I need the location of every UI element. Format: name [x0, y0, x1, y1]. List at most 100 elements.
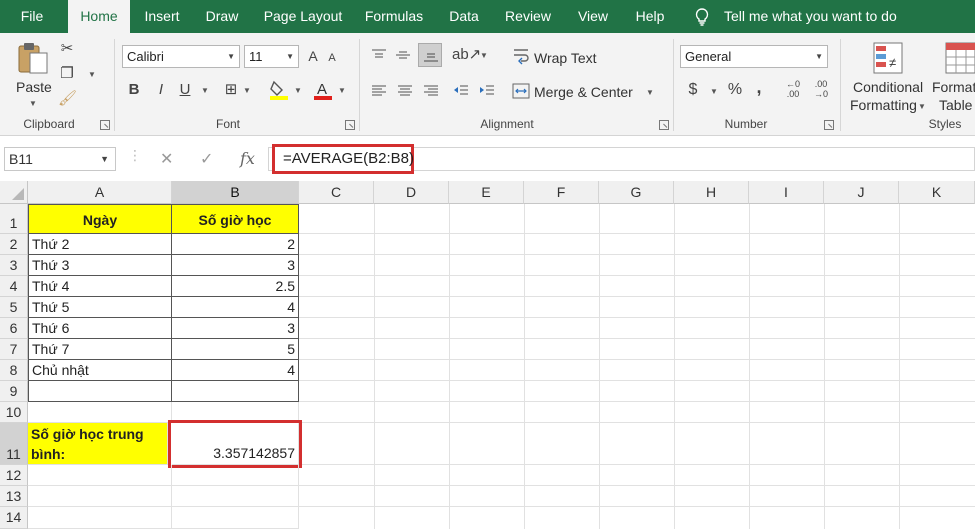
cell-a3[interactable]: Thứ 3: [28, 255, 172, 276]
column-header-b[interactable]: B: [172, 181, 299, 204]
cell-b8[interactable]: 4: [172, 360, 299, 381]
row-header-10[interactable]: 10: [0, 402, 28, 423]
row-header-9[interactable]: 9: [0, 381, 28, 402]
conditional-formatting-line2[interactable]: Formatting: [850, 97, 917, 113]
grow-font-icon[interactable]: A: [306, 48, 320, 64]
column-header-a[interactable]: A: [28, 181, 172, 204]
paste-button-label[interactable]: Paste: [16, 79, 52, 95]
merge-dropdown-icon[interactable]: ▼: [646, 88, 654, 97]
align-center-icon[interactable]: [396, 83, 414, 99]
fill-color-dropdown-icon[interactable]: ▼: [294, 86, 302, 95]
column-header-g[interactable]: G: [599, 181, 674, 204]
row-header-3[interactable]: 3: [0, 255, 28, 276]
align-bottom-button[interactable]: [418, 43, 442, 67]
clipboard-launcher-icon[interactable]: [100, 120, 110, 130]
column-header-c[interactable]: C: [299, 181, 374, 204]
tab-data[interactable]: Data: [438, 0, 490, 33]
cell-b4[interactable]: 2.5: [172, 276, 299, 297]
tab-page-layout[interactable]: Page Layout: [256, 0, 350, 33]
cell-a14[interactable]: [28, 507, 172, 529]
cell-a4[interactable]: Thứ 4: [28, 276, 172, 297]
row-header-12[interactable]: 12: [0, 465, 28, 486]
font-size-select[interactable]: 11 ▼: [244, 45, 299, 68]
row-header-14[interactable]: 14: [0, 507, 28, 529]
cell-a8[interactable]: Chủ nhật: [28, 360, 172, 381]
column-header-e[interactable]: E: [449, 181, 524, 204]
fill-color-icon[interactable]: [268, 79, 290, 101]
cell-b2[interactable]: 2: [172, 234, 299, 255]
number-launcher-icon[interactable]: [824, 120, 834, 130]
format-as-table-icon[interactable]: [944, 41, 975, 75]
format-as-table-line2[interactable]: Table: [939, 97, 972, 113]
merge-center-button[interactable]: Merge & Center: [534, 84, 633, 100]
font-color-icon[interactable]: A: [312, 79, 334, 101]
orientation-dropdown-icon[interactable]: ▼: [480, 51, 488, 60]
row-header-2[interactable]: 2: [0, 234, 28, 255]
paste-dropdown-icon[interactable]: ▼: [29, 99, 37, 108]
column-header-d[interactable]: D: [374, 181, 449, 204]
cell-a11[interactable]: Số giờ học trung bình:: [28, 423, 168, 465]
tab-review[interactable]: Review: [496, 0, 560, 33]
decrease-decimal-icon[interactable]: .00 →0: [810, 79, 832, 99]
underline-button[interactable]: U: [177, 82, 193, 98]
cancel-icon[interactable]: ✕: [160, 149, 173, 169]
cut-icon[interactable]: ✂: [58, 41, 76, 57]
row-header-13[interactable]: 13: [0, 486, 28, 507]
insert-function-icon[interactable]: fx: [240, 149, 255, 168]
column-header-f[interactable]: F: [524, 181, 599, 204]
cell-b12[interactable]: [172, 465, 299, 486]
column-header-j[interactable]: J: [824, 181, 899, 204]
column-header-k[interactable]: K: [899, 181, 975, 204]
tab-view[interactable]: View: [568, 0, 618, 33]
wrap-text-button[interactable]: Wrap Text: [534, 50, 597, 66]
cell-a5[interactable]: Thứ 5: [28, 297, 172, 318]
copy-dropdown-icon[interactable]: ▼: [88, 70, 96, 79]
bold-button[interactable]: B: [126, 82, 142, 98]
cell-a6[interactable]: Thứ 6: [28, 318, 172, 339]
cell-a13[interactable]: [28, 486, 172, 507]
cell-b14[interactable]: [172, 507, 299, 529]
row-header-1[interactable]: 1: [0, 204, 28, 234]
name-box[interactable]: B11 ▼: [4, 147, 116, 171]
formula-input[interactable]: =AVERAGE(B2:B8): [272, 144, 414, 174]
font-color-dropdown-icon[interactable]: ▼: [338, 86, 346, 95]
enter-icon[interactable]: ✓: [200, 149, 213, 169]
tab-help[interactable]: Help: [626, 0, 674, 33]
font-launcher-icon[interactable]: [345, 120, 355, 130]
align-middle-icon[interactable]: [394, 47, 412, 63]
tab-formulas[interactable]: Formulas: [358, 0, 430, 33]
font-name-select[interactable]: Calibri ▼: [122, 45, 240, 68]
tab-insert[interactable]: Insert: [134, 0, 190, 33]
currency-button[interactable]: $: [686, 82, 700, 98]
format-painter-icon[interactable]: 🖌: [58, 91, 77, 107]
number-format-select[interactable]: General ▼: [680, 45, 828, 68]
row-header-8[interactable]: 8: [0, 360, 28, 381]
cell-a10[interactable]: [28, 402, 172, 423]
tab-file[interactable]: File: [0, 0, 64, 33]
conditional-dropdown-icon[interactable]: ▼: [918, 102, 926, 111]
underline-dropdown-icon[interactable]: ▼: [201, 86, 209, 95]
merge-center-icon[interactable]: [512, 82, 530, 100]
increase-indent-icon[interactable]: [478, 83, 496, 99]
row-header-7[interactable]: 7: [0, 339, 28, 360]
conditional-formatting-icon[interactable]: ≠: [872, 41, 904, 75]
italic-button[interactable]: I: [153, 82, 169, 98]
select-all-corner[interactable]: [0, 181, 28, 204]
cell-a7[interactable]: Thứ 7: [28, 339, 172, 360]
column-header-h[interactable]: H: [674, 181, 749, 204]
cell-b9[interactable]: [172, 381, 299, 402]
cell-a1[interactable]: Ngày: [28, 204, 172, 234]
cell-b7[interactable]: 5: [172, 339, 299, 360]
align-top-icon[interactable]: [370, 47, 388, 63]
row-header-4[interactable]: 4: [0, 276, 28, 297]
increase-decimal-icon[interactable]: ←0.00: [782, 79, 804, 99]
align-right-icon[interactable]: [422, 83, 440, 99]
cell-b3[interactable]: 3: [172, 255, 299, 276]
shrink-font-icon[interactable]: A: [326, 50, 338, 66]
borders-dropdown-icon[interactable]: ▼: [243, 86, 251, 95]
row-header-11[interactable]: 11: [0, 423, 28, 465]
paste-icon[interactable]: [16, 41, 50, 75]
conditional-formatting-line1[interactable]: Conditional: [853, 79, 923, 95]
currency-dropdown-icon[interactable]: ▼: [710, 87, 718, 96]
alignment-launcher-icon[interactable]: [659, 120, 669, 130]
